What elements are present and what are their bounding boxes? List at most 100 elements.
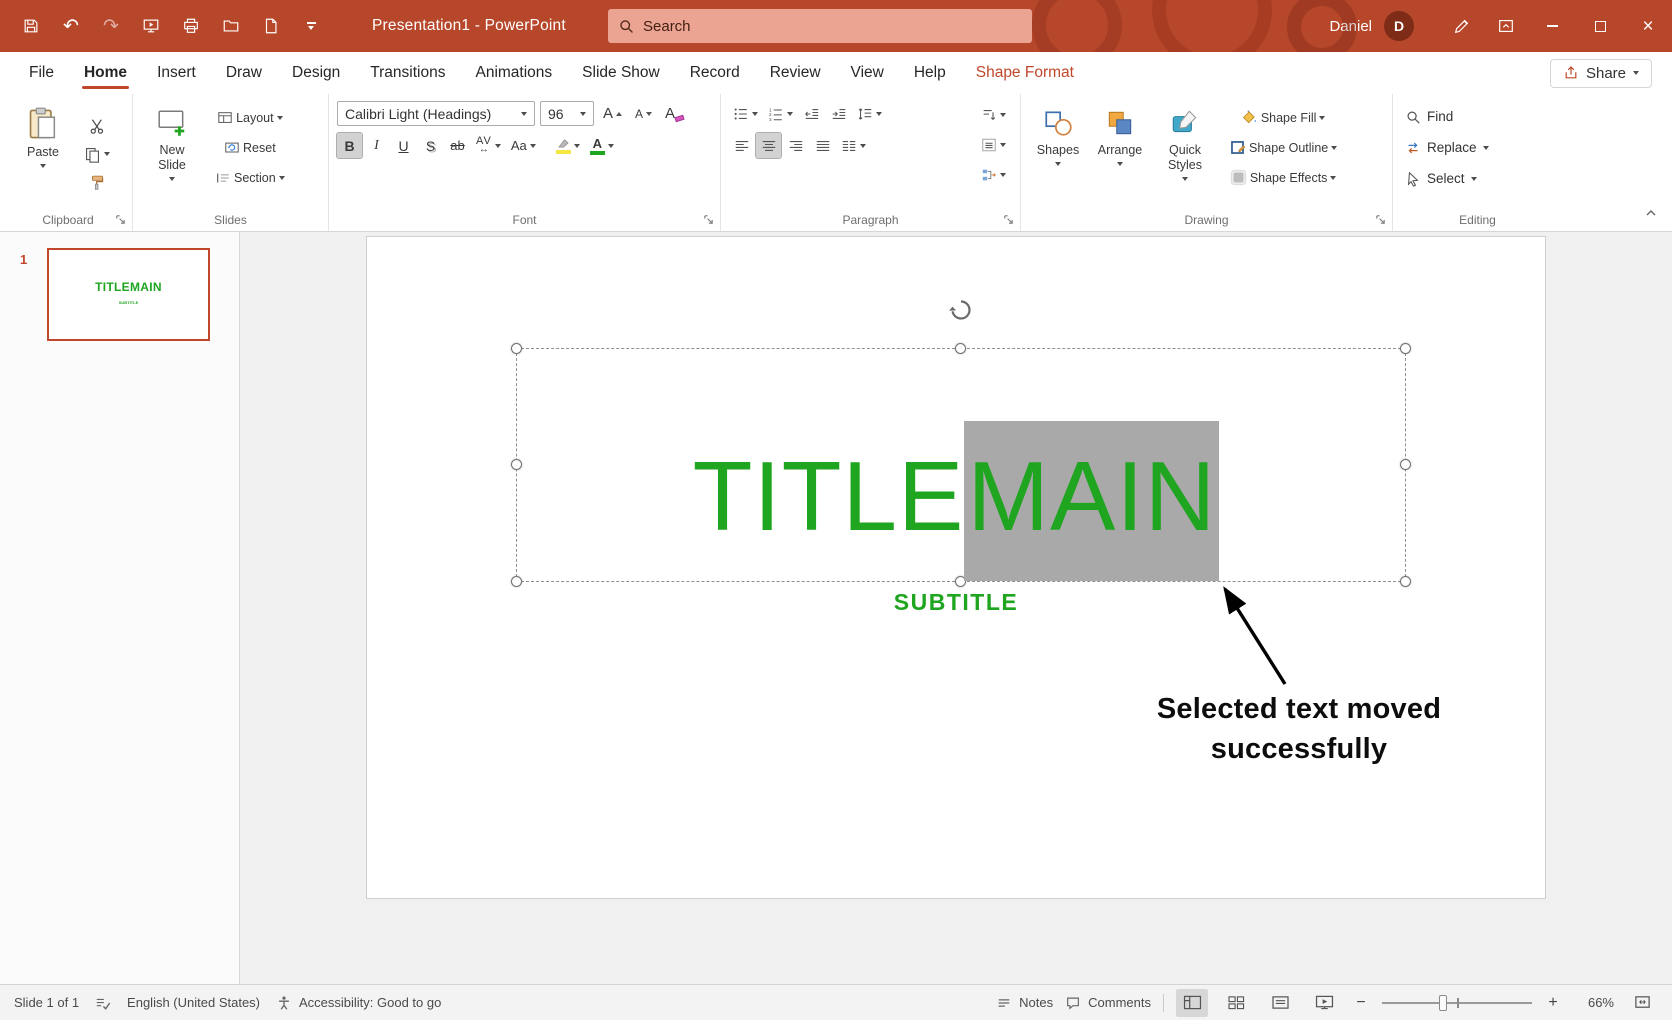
convert-to-smartart-button[interactable] bbox=[977, 162, 1010, 187]
resize-handle-top-left[interactable] bbox=[511, 343, 522, 354]
search-box[interactable] bbox=[608, 9, 1032, 43]
slide-thumbnail-1[interactable]: TITLEMAIN SUBTITLE bbox=[47, 248, 210, 341]
tab-animations[interactable]: Animations bbox=[460, 52, 567, 94]
ribbon-display-options-button[interactable] bbox=[1484, 0, 1528, 52]
resize-handle-top-center[interactable] bbox=[955, 343, 966, 354]
font-family-combo[interactable]: Calibri Light (Headings) bbox=[337, 101, 535, 126]
tab-home[interactable]: Home bbox=[69, 52, 142, 94]
language-status[interactable]: English (United States) bbox=[127, 995, 260, 1010]
shapes-button[interactable]: Shapes bbox=[1029, 101, 1087, 203]
justify-button[interactable] bbox=[810, 133, 835, 158]
zoom-in-button[interactable]: + bbox=[1544, 995, 1562, 1011]
reset-button[interactable]: Reset bbox=[211, 135, 289, 160]
change-case-button[interactable]: Aa bbox=[507, 133, 540, 158]
tab-insert[interactable]: Insert bbox=[142, 52, 211, 94]
view-slide-sorter-button[interactable] bbox=[1220, 989, 1252, 1017]
slide-subtitle-text[interactable]: SUBTITLE bbox=[367, 589, 1545, 616]
close-button[interactable]: × bbox=[1624, 0, 1672, 52]
shape-effects-button[interactable]: Shape Effects bbox=[1225, 165, 1341, 190]
customize-qat-button[interactable] bbox=[292, 8, 330, 44]
underline-button[interactable]: U bbox=[391, 133, 416, 158]
resize-handle-bottom-right[interactable] bbox=[1400, 576, 1411, 587]
decrease-indent-button[interactable] bbox=[799, 101, 824, 126]
line-spacing-button[interactable] bbox=[853, 101, 886, 126]
view-slideshow-button[interactable] bbox=[1308, 989, 1340, 1017]
text-direction-button[interactable] bbox=[977, 102, 1010, 127]
align-text-button[interactable] bbox=[977, 132, 1010, 157]
clipboard-dialog-launcher[interactable] bbox=[114, 213, 127, 226]
bold-button[interactable]: B bbox=[337, 133, 362, 158]
clear-formatting-button[interactable]: A bbox=[661, 101, 688, 126]
tab-help[interactable]: Help bbox=[899, 52, 961, 94]
tab-shape-format[interactable]: Shape Format bbox=[961, 52, 1089, 94]
tab-transitions[interactable]: Transitions bbox=[355, 52, 460, 94]
layout-button[interactable]: Layout bbox=[211, 105, 289, 130]
format-painter-button[interactable] bbox=[80, 170, 114, 195]
minimize-button[interactable] bbox=[1528, 0, 1576, 52]
tab-draw[interactable]: Draw bbox=[211, 52, 277, 94]
paragraph-dialog-launcher[interactable] bbox=[1002, 213, 1015, 226]
zoom-slider[interactable] bbox=[1382, 1002, 1532, 1004]
maximize-button[interactable] bbox=[1576, 0, 1624, 52]
bullets-button[interactable] bbox=[729, 101, 762, 126]
shape-outline-button[interactable]: Shape Outline bbox=[1225, 135, 1341, 160]
font-size-combo[interactable]: 96 bbox=[540, 101, 594, 126]
select-button[interactable]: Select bbox=[1401, 165, 1554, 192]
align-right-button[interactable] bbox=[783, 133, 808, 158]
font-color-button[interactable]: A bbox=[586, 133, 618, 158]
character-spacing-button[interactable]: AV↔ bbox=[472, 133, 505, 158]
redo-icon[interactable]: ↷ bbox=[92, 8, 130, 44]
numbering-button[interactable]: 123 bbox=[764, 101, 797, 126]
grow-font-button[interactable]: A bbox=[599, 101, 626, 126]
find-button[interactable]: Find bbox=[1401, 103, 1554, 130]
font-dialog-launcher[interactable] bbox=[702, 213, 715, 226]
view-reading-button[interactable] bbox=[1264, 989, 1296, 1017]
zoom-out-button[interactable]: − bbox=[1352, 995, 1370, 1011]
avatar[interactable]: D bbox=[1384, 11, 1414, 41]
tab-design[interactable]: Design bbox=[277, 52, 355, 94]
slide-title-text[interactable]: TITLEMAIN bbox=[367, 443, 1545, 551]
tab-slide-show[interactable]: Slide Show bbox=[567, 52, 675, 94]
undo-icon[interactable]: ↶ bbox=[52, 8, 90, 44]
align-left-button[interactable] bbox=[729, 133, 754, 158]
text-shadow-button[interactable]: S bbox=[418, 133, 443, 158]
resize-handle-bottom-left[interactable] bbox=[511, 576, 522, 587]
comments-button[interactable]: Comments bbox=[1065, 995, 1151, 1011]
view-normal-button[interactable] bbox=[1176, 989, 1208, 1017]
search-input[interactable] bbox=[643, 18, 1022, 35]
shrink-font-button[interactable]: A bbox=[631, 101, 656, 126]
collapse-ribbon-button[interactable] bbox=[1644, 206, 1658, 225]
align-center-button[interactable] bbox=[756, 133, 781, 158]
tab-review[interactable]: Review bbox=[755, 52, 836, 94]
strikethrough-button[interactable]: ab bbox=[445, 133, 470, 158]
account-name[interactable]: Daniel bbox=[1329, 18, 1372, 35]
shape-fill-button[interactable]: Shape Fill bbox=[1225, 105, 1341, 130]
save-icon[interactable] bbox=[12, 8, 50, 44]
paste-button[interactable]: Paste bbox=[12, 101, 74, 203]
tab-view[interactable]: View bbox=[836, 52, 899, 94]
cut-button[interactable] bbox=[80, 114, 114, 139]
resize-handle-top-right[interactable] bbox=[1400, 343, 1411, 354]
arrange-button[interactable]: Arrange bbox=[1089, 101, 1151, 203]
new-slide-button[interactable]: New Slide bbox=[141, 101, 203, 203]
italic-button[interactable]: I bbox=[364, 133, 389, 158]
proofing-status[interactable] bbox=[95, 995, 111, 1011]
quick-styles-button[interactable]: Quick Styles bbox=[1153, 101, 1217, 203]
notes-button[interactable]: Notes bbox=[996, 995, 1053, 1011]
tab-file[interactable]: File bbox=[14, 52, 69, 94]
drawing-dialog-launcher[interactable] bbox=[1374, 213, 1387, 226]
rotate-handle[interactable] bbox=[948, 297, 974, 323]
tab-record[interactable]: Record bbox=[675, 52, 755, 94]
open-folder-icon[interactable] bbox=[212, 8, 250, 44]
text-highlight-color-button[interactable] bbox=[552, 133, 584, 158]
columns-button[interactable] bbox=[837, 133, 870, 158]
new-file-icon[interactable] bbox=[252, 8, 290, 44]
print-icon[interactable] bbox=[172, 8, 210, 44]
slide-editing-surface[interactable]: TITLEMAIN SUBTITLE Selected text moved s… bbox=[366, 236, 1546, 899]
zoom-level[interactable]: 66% bbox=[1574, 995, 1614, 1010]
copy-button[interactable] bbox=[80, 142, 114, 167]
increase-indent-button[interactable] bbox=[826, 101, 851, 126]
replace-button[interactable]: Replace bbox=[1401, 134, 1554, 161]
section-button[interactable]: Section bbox=[211, 165, 289, 190]
accessibility-status[interactable]: Accessibility: Good to go bbox=[276, 995, 441, 1011]
